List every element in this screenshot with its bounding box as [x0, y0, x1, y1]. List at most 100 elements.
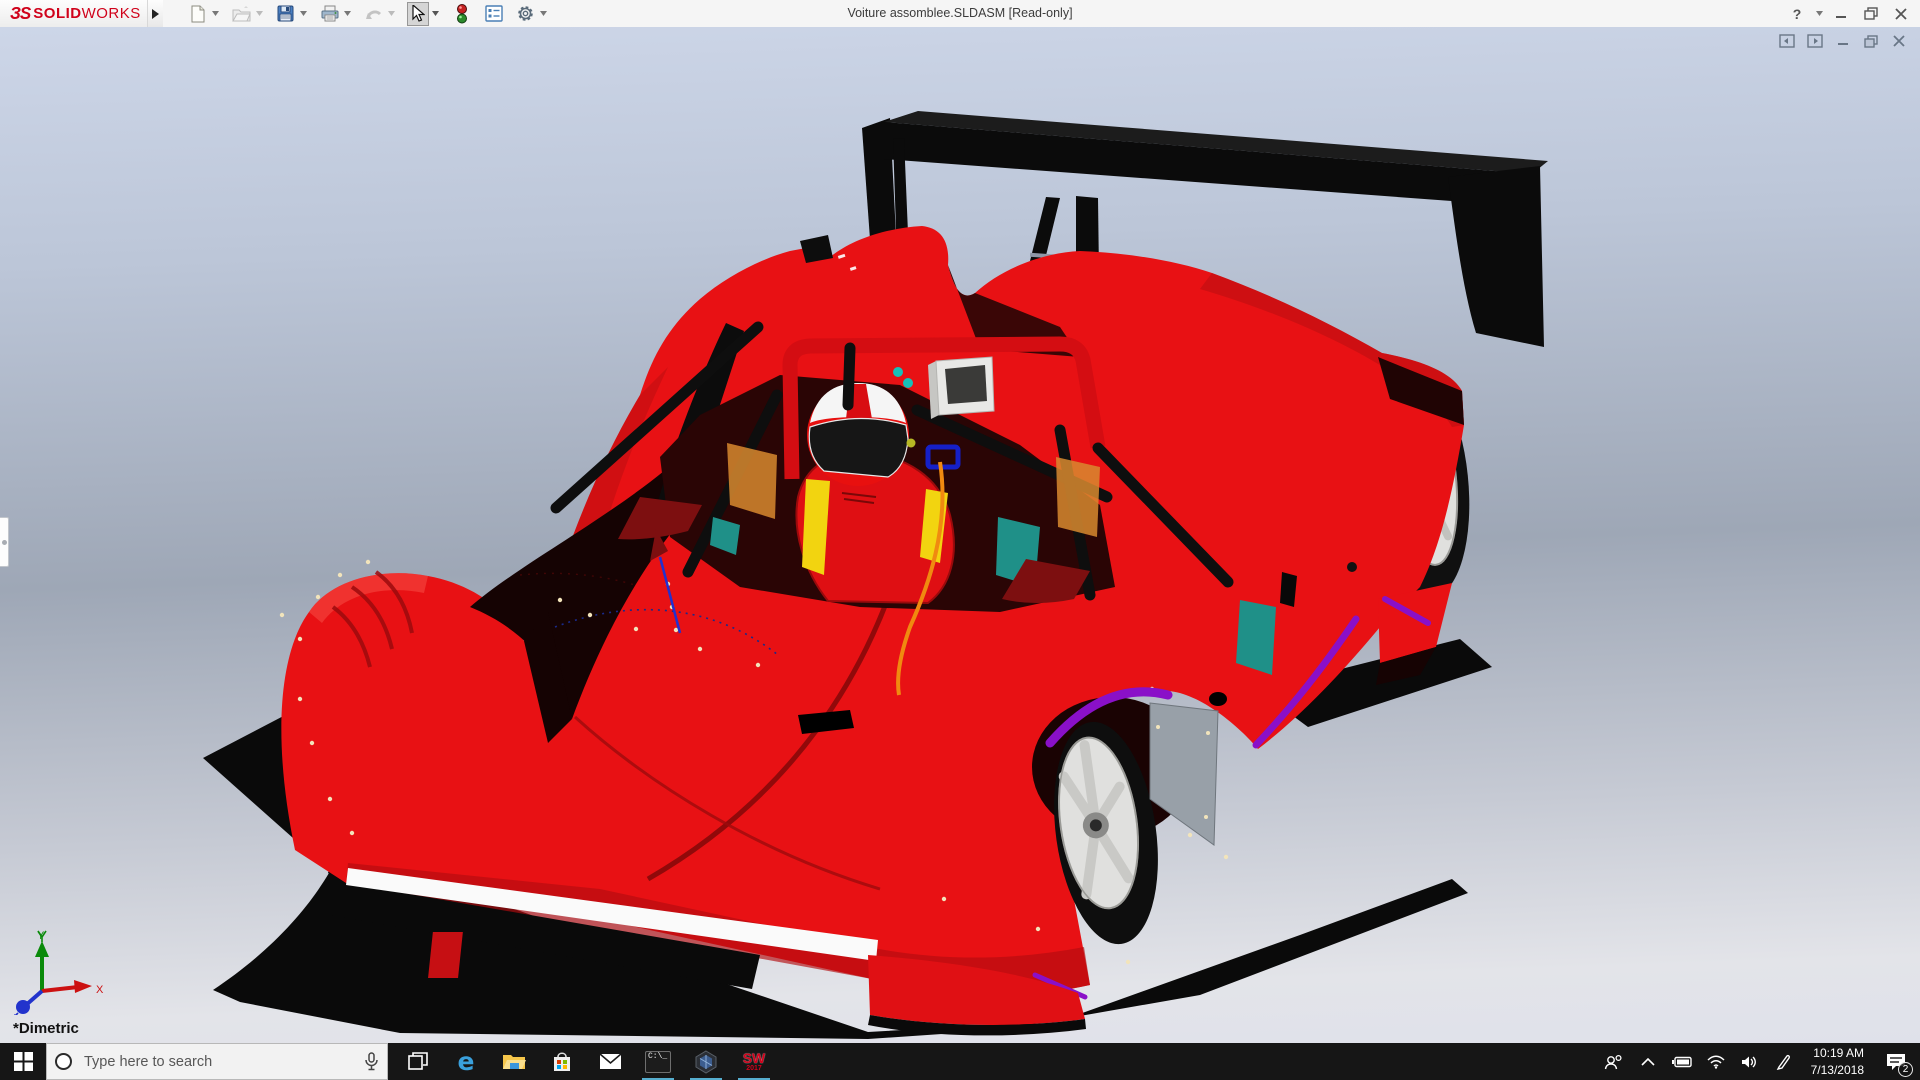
cortana-icon[interactable] — [55, 1053, 72, 1070]
network-button[interactable] — [1701, 1043, 1731, 1080]
taskbar-solidworks[interactable]: SW 2017 — [730, 1043, 778, 1080]
doc-minimize-icon — [1837, 35, 1849, 47]
save-button[interactable] — [275, 2, 297, 26]
solidworks-2017-icon: SW 2017 — [743, 1051, 766, 1072]
pen-icon — [1776, 1054, 1792, 1070]
select-caret[interactable] — [431, 2, 441, 26]
orientation-triad: Y X — [8, 929, 108, 1015]
taskbar-file-explorer[interactable] — [490, 1043, 538, 1080]
pen-button[interactable] — [1769, 1043, 1799, 1080]
pane-left-icon — [1779, 34, 1795, 48]
chevron-up-icon — [1641, 1058, 1655, 1066]
clock-time: 10:19 AM — [1813, 1045, 1864, 1061]
taskbar-search[interactable] — [46, 1043, 388, 1080]
taskbar-edge[interactable]: e — [442, 1043, 490, 1080]
people-button[interactable] — [1599, 1043, 1629, 1080]
start-button[interactable] — [0, 1043, 46, 1080]
doc-minimize-button[interactable] — [1834, 33, 1852, 49]
save-caret[interactable] — [299, 2, 309, 26]
tab-grip-dot — [2, 540, 7, 545]
close-button[interactable] — [1888, 2, 1914, 26]
taskbar-clock[interactable]: 10:19 AM 7/13/2018 — [1803, 1045, 1872, 1077]
help-caret[interactable] — [1814, 2, 1824, 26]
restore-icon — [1864, 7, 1878, 20]
system-tray: 10:19 AM 7/13/2018 2 — [1599, 1043, 1920, 1080]
taskbar-app-icons: e C:\_ — [394, 1043, 778, 1080]
view-stoplight-button[interactable] — [451, 2, 473, 26]
open-button[interactable] — [231, 2, 253, 26]
print-caret[interactable] — [343, 2, 353, 26]
sw-letters: SW — [743, 1051, 766, 1065]
taskbar-mail[interactable] — [586, 1043, 634, 1080]
open-caret[interactable] — [255, 2, 265, 26]
pane-right-button[interactable] — [1806, 33, 1824, 49]
solidworks-logo[interactable]: ЗS SOLIDWORKS — [0, 0, 147, 27]
solidworks-screen: ЗS SOLIDWORKS — [0, 0, 1920, 1080]
notification-badge: 2 — [1898, 1062, 1913, 1077]
doc-close-button[interactable] — [1890, 33, 1908, 49]
speaker-icon — [1741, 1055, 1759, 1069]
pane-left-button[interactable] — [1778, 33, 1796, 49]
volume-button[interactable] — [1735, 1043, 1765, 1080]
menu-flyout-arrow[interactable] — [147, 0, 163, 27]
title-bar: ЗS SOLIDWORKS — [0, 0, 1920, 27]
select-cursor-button[interactable] — [407, 2, 429, 26]
brand-solid-text: SOLID — [33, 5, 81, 22]
search-input[interactable] — [82, 1053, 354, 1071]
view-orientation-label: *Dimetric — [13, 1020, 79, 1037]
mail-icon — [599, 1053, 622, 1070]
action-center-button[interactable]: 2 — [1876, 1043, 1916, 1080]
taskbar-command-prompt[interactable]: C:\_ — [634, 1043, 682, 1080]
car-model-canvas[interactable] — [0, 27, 1920, 1043]
new-document-icon — [190, 5, 206, 23]
options-gear-button[interactable] — [515, 2, 537, 26]
minimize-button[interactable] — [1828, 2, 1854, 26]
pane-right-icon — [1807, 34, 1823, 48]
options-caret[interactable] — [539, 2, 549, 26]
model-viewport[interactable]: Y X *Dimetric — [0, 27, 1920, 1043]
battery-icon — [1671, 1056, 1693, 1068]
window-controls: ? — [1784, 0, 1914, 27]
task-view-button[interactable] — [394, 1043, 442, 1080]
mirror-box[interactable] — [928, 357, 994, 419]
stoplight-icon — [456, 4, 468, 24]
undo-button[interactable] — [363, 2, 385, 26]
taskbar-store[interactable] — [538, 1043, 586, 1080]
help-label: ? — [1793, 6, 1802, 22]
wing-right-endplate — [1448, 166, 1544, 347]
tray-overflow-button[interactable] — [1633, 1043, 1663, 1080]
command-prompt-icon: C:\_ — [645, 1051, 671, 1073]
solidworks-3ds-mark-icon: ЗS — [10, 3, 30, 24]
quick-toolbar — [187, 0, 549, 27]
windows-taskbar: e C:\_ — [0, 1043, 1920, 1080]
select-cursor-icon — [411, 5, 425, 22]
wifi-icon — [1707, 1055, 1725, 1069]
help-button[interactable]: ? — [1784, 2, 1810, 26]
play-arrow-icon — [151, 9, 159, 19]
properties-list-button[interactable] — [483, 2, 505, 26]
restore-button[interactable] — [1858, 2, 1884, 26]
undo-caret[interactable] — [387, 2, 397, 26]
open-folder-icon — [232, 6, 251, 22]
save-floppy-icon — [277, 5, 294, 22]
triad-y-label: Y — [37, 930, 45, 942]
new-document-button[interactable] — [187, 2, 209, 26]
brand-works-text: WORKS — [82, 5, 141, 22]
people-icon — [1604, 1054, 1624, 1070]
print-icon — [321, 5, 339, 22]
close-icon — [1895, 8, 1907, 20]
doc-restore-icon — [1864, 35, 1878, 48]
undo-arrow-icon — [364, 6, 383, 21]
feature-manager-collapsed-tab[interactable] — [0, 517, 9, 567]
store-icon — [552, 1051, 572, 1072]
doc-restore-button[interactable] — [1862, 33, 1880, 49]
new-document-caret[interactable] — [211, 2, 221, 26]
gear-icon — [516, 4, 535, 23]
minimize-icon — [1835, 8, 1847, 20]
task-view-icon — [408, 1052, 428, 1072]
print-button[interactable] — [319, 2, 341, 26]
battery-button[interactable] — [1667, 1043, 1697, 1080]
microphone-icon[interactable] — [364, 1052, 379, 1071]
doc-close-icon — [1893, 35, 1905, 47]
taskbar-3d-viewer[interactable] — [682, 1043, 730, 1080]
